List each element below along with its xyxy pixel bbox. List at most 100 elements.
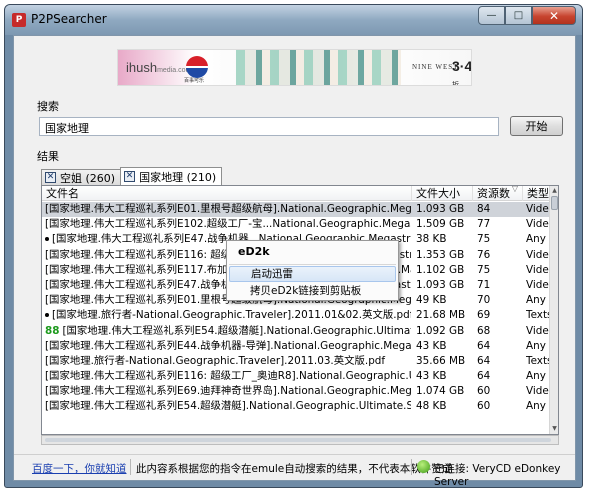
main-panel: ihushmedia.com 百事可乐 NINE WEST 3·4折 搜索 国家… xyxy=(13,35,576,487)
cell-sources: 76 xyxy=(477,248,525,263)
close-tab-icon[interactable]: ✕ xyxy=(124,171,136,182)
cell-size-text: 43 KB xyxy=(416,339,447,352)
cell-size-text: 1.509 GB xyxy=(416,218,465,231)
status-divider xyxy=(130,459,131,475)
menu-item-launch-thunder[interactable]: 启动迅雷 xyxy=(229,266,396,282)
connected-icon xyxy=(417,460,430,473)
cell-sources-text: 70 xyxy=(477,294,491,307)
banner-pepsi-label: 百事可乐 xyxy=(184,78,205,84)
status-divider xyxy=(411,459,412,475)
table-row[interactable]: [国家地理.旅行者-National.Geographic.Traveler].… xyxy=(42,308,552,323)
start-button[interactable]: 开始 xyxy=(510,116,563,136)
tab-guojiadili[interactable]: ✕ 国家地理 (210) xyxy=(120,167,223,185)
tab-label: 国家地理 (210) xyxy=(139,170,217,184)
column-header-type[interactable]: 类型 xyxy=(523,186,550,201)
table-row[interactable]: 88 [国家地理.伟大工程巡礼系列E54.超级潜艇].National.Geogr… xyxy=(42,324,556,339)
close-tab-icon[interactable]: ✕ xyxy=(45,172,56,183)
cell-size: 43 KB xyxy=(416,369,476,384)
cell-sources: 68 xyxy=(477,324,525,339)
cell-name-text: [国家地理.伟大工程巡礼系列E116: 超级工厂_奥迪R8].National.… xyxy=(45,370,411,383)
close-button[interactable]: ✕ xyxy=(532,6,576,25)
cell-sources-text: 64 xyxy=(477,370,491,383)
scroll-up-icon[interactable]: ▲ xyxy=(550,186,558,196)
cell-size: 1.093 GB xyxy=(416,278,476,293)
horizontal-scrollbar[interactable] xyxy=(41,435,559,445)
table-row[interactable]: [国家地理.伟大工程巡礼系列E102.超级工厂-宝...National.Geo… xyxy=(42,217,556,232)
cell-size-text: 49 KB xyxy=(416,294,447,307)
table-row[interactable]: [国家地理.旅行者-National.Geographic.Traveler].… xyxy=(42,354,552,369)
cell-name-text: [国家地理.旅行者-National.Geographic.Traveler].… xyxy=(52,309,411,322)
results-label: 结果 xyxy=(37,150,59,163)
cell-size: 1.092 GB xyxy=(416,324,476,339)
banner-shoes-image xyxy=(236,50,401,85)
cell-sources: 77 xyxy=(477,217,525,232)
cell-size-text: 1.102 GB xyxy=(416,263,465,276)
bullet-icon xyxy=(45,237,49,242)
cell-sources-text: 60 xyxy=(477,400,491,413)
table-row[interactable]: [国家地理.伟大工程巡礼系列E54.超级潜艇].National.Geograp… xyxy=(42,399,550,414)
cell-size-text: 35.66 MB xyxy=(416,354,466,367)
search-label: 搜索 xyxy=(37,100,59,113)
table-row[interactable]: [国家地理.伟大工程巡礼系列E116: 超级工厂_奥迪R8].National.… xyxy=(42,369,550,384)
menu-item-copy-ed2k-link[interactable]: 拷贝eD2k链接到剪贴板 xyxy=(229,283,396,299)
list-header: 文件名 文件大小 资源数 ▽ 类型 xyxy=(42,186,550,201)
column-header-size[interactable]: 文件大小 xyxy=(412,186,473,201)
cell-sources: 60 xyxy=(477,399,525,414)
minimize-button[interactable]: — xyxy=(478,6,505,25)
banner-brand: ihushmedia.com xyxy=(126,60,192,75)
maximize-button[interactable]: □ xyxy=(505,6,532,25)
app-window: P P2PSearcher — □ ✕ ihushmedia.com 百事可乐 … xyxy=(4,4,583,488)
scroll-thumb[interactable] xyxy=(45,438,551,442)
cell-name: [国家地理.伟大工程巡礼系列E69.迪拜神奇世界岛].National.Geog… xyxy=(45,384,411,399)
cell-size: 43 KB xyxy=(416,339,476,354)
cell-size-text: 1.093 GB xyxy=(416,278,465,291)
sort-descending-icon: ▽ xyxy=(511,186,518,193)
cell-name-text: [国家地理.伟大工程巡礼系列E44.战争机器-导弹].National.Geog… xyxy=(45,339,411,352)
cell-size-text: 43 KB xyxy=(416,370,447,383)
cell-sources-text: 64 xyxy=(477,354,491,367)
tab-kongjie[interactable]: ✕ 空姐 (260) xyxy=(41,169,122,185)
cell-name: [国家地理.旅行者-National.Geographic.Traveler].… xyxy=(45,308,411,323)
cell-size-text: 38 KB xyxy=(416,233,447,246)
cell-size: 1.509 GB xyxy=(416,217,476,232)
cell-name: [国家地理.旅行者-National.Geographic.Traveler].… xyxy=(45,354,411,369)
tab-label: 空姐 (260) xyxy=(60,171,116,185)
cell-size-text: 21.68 MB xyxy=(416,309,466,322)
status-bar: 百度一下，你就知道 此内容系根据您的指令在emule自动搜索的结果，不代表本软件… xyxy=(14,454,575,487)
cell-sources-text: 71 xyxy=(477,278,491,291)
cell-sources-text: 76 xyxy=(477,248,491,261)
column-header-name[interactable]: 文件名 xyxy=(42,186,412,201)
vertical-scrollbar[interactable]: ▲ ▼ xyxy=(549,186,558,434)
table-row[interactable]: [国家地理.伟大工程巡礼系列E69.迪拜神奇世界岛].National.Geog… xyxy=(42,384,556,399)
cell-sources: 70 xyxy=(477,293,525,308)
table-row[interactable]: [国家地理.伟大工程巡礼系列E01.里根号超级航母].National.Geog… xyxy=(42,202,556,218)
status-message: 此内容系根据您的指令在emule自动搜索的结果，不代表本软件赞成 xyxy=(136,463,453,475)
ad-banner[interactable]: ihushmedia.com 百事可乐 NINE WEST 3·4折 xyxy=(117,49,472,86)
cell-sources-text: 69 xyxy=(477,309,491,322)
cell-name-text: [国家地理.伟大工程巡礼系列E69.迪拜神奇世界岛].National.Geog… xyxy=(45,385,411,398)
cell-sources-text: 84 xyxy=(477,203,491,215)
title-bar[interactable]: P P2PSearcher — □ ✕ xyxy=(5,5,582,35)
cell-type-text: Any xyxy=(526,370,546,383)
baidu-link[interactable]: 百度一下，你就知道 xyxy=(32,461,127,476)
cell-sources-text: 64 xyxy=(477,339,491,352)
scroll-down-icon[interactable]: ▼ xyxy=(550,424,558,434)
cell-sources: 69 xyxy=(477,308,525,323)
cell-sources-text: 75 xyxy=(477,233,491,246)
cell-size-text: 1.353 GB xyxy=(416,248,465,261)
banner-date: 3·4折 xyxy=(452,58,472,86)
window-controls: — □ ✕ xyxy=(478,6,576,25)
cell-type-text: Any xyxy=(526,294,546,307)
cell-size: 49 KB xyxy=(416,293,476,308)
cell-sources: 64 xyxy=(477,339,525,354)
table-row[interactable]: [国家地理.伟大工程巡礼系列E44.战争机器-导弹].National.Geog… xyxy=(42,339,550,354)
search-input[interactable]: 国家地理 xyxy=(39,117,499,136)
cell-type-text: Any xyxy=(526,400,546,413)
result-rows: [国家地理.伟大工程巡礼系列E01.里根号超级航母].National.Geog… xyxy=(42,202,556,415)
scroll-thumb[interactable] xyxy=(551,196,558,210)
results-list[interactable]: 文件名 文件大小 资源数 ▽ 类型 [国家地理.伟大工程巡礼系列E01.里根号超… xyxy=(41,185,559,435)
results-tabs: ✕ 空姐 (260) ✕ 国家地理 (210) xyxy=(41,167,223,185)
cell-sources: 71 xyxy=(477,278,525,293)
column-header-sources[interactable]: 资源数 ▽ xyxy=(473,186,523,201)
bullet-icon xyxy=(45,313,49,318)
